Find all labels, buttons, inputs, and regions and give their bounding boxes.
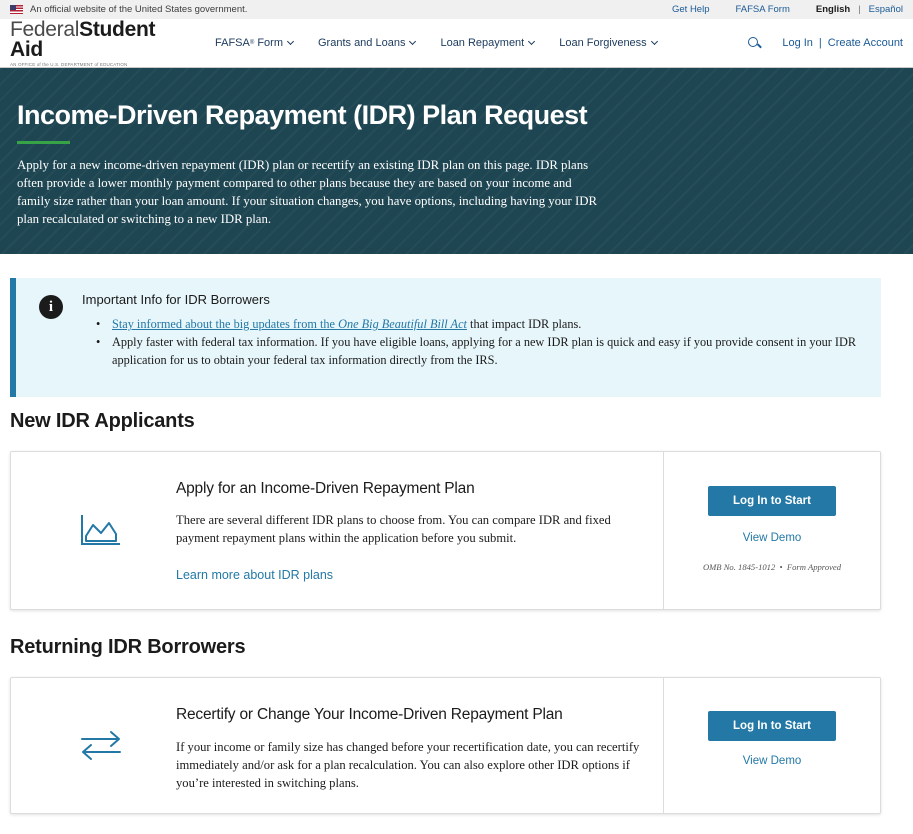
main-nav: FAFSA ® Form Grants and Loans Loan Repaym… (215, 37, 682, 49)
fafsa-form-link[interactable]: FAFSA Form (736, 4, 790, 15)
page-title: Income-Driven Repayment (IDR) Plan Reque… (17, 100, 588, 130)
obbba-link-text: Stay informed about the big updates from… (112, 317, 339, 331)
omb-number: OMB No. 1845-1012 • Form Approved (702, 562, 842, 572)
info-item-obbba: Stay informed about the big updates from… (82, 315, 881, 333)
hero-description: Apply for a new income-driven repayment … (17, 158, 597, 226)
language-separator: | (858, 4, 861, 15)
site-header: FederalStudent Aid AN OFFICE of the U.S.… (0, 19, 913, 68)
recertify-idr-card: Recertify or Change Your Income-Driven R… (10, 677, 881, 814)
hero-banner: Income-Driven Repayment (IDR) Plan Reque… (0, 68, 913, 254)
view-demo-link[interactable]: View Demo (743, 755, 802, 767)
apply-card-text: There are several different IDR plans to… (176, 513, 611, 545)
logo-subtitle: AN OFFICE of the U.S. DEPARTMENT of EDUC… (10, 61, 128, 67)
chevron-down-icon (528, 37, 536, 46)
gov-banner-text: An official website of the United States… (30, 4, 248, 15)
login-to-start-button[interactable]: Log In to Start (708, 711, 836, 741)
login-link[interactable]: Log In (782, 37, 813, 49)
header-account-links: Log In | Create Account (747, 36, 903, 51)
nav-loan-repayment[interactable]: Loan Repayment (440, 37, 536, 49)
nav-loan-forgiveness[interactable]: Loan Forgiveness (559, 37, 658, 49)
recertify-card-text: If your income or family size has change… (176, 740, 640, 790)
chevron-down-icon (286, 37, 295, 46)
nav-fafsa-label: FAFSA (215, 37, 250, 49)
card-icon-area (11, 678, 176, 813)
fsa-logo[interactable]: FederalStudent Aid AN OFFICE of the U.S.… (10, 19, 182, 67)
obbba-updates-link[interactable]: Stay informed about the big updates from… (112, 317, 467, 331)
card-actions: Log In to Start View Demo OMB No. 1845-1… (663, 452, 880, 609)
card-icon-area (11, 452, 176, 609)
nav-fafsa-suffix: Form (254, 37, 283, 49)
important-info-alert: i Important Info for IDR Borrowers Stay … (10, 278, 881, 397)
nav-grants-and-loans[interactable]: Grants and Loans (318, 37, 417, 49)
apply-idr-card: Apply for an Income-Driven Repayment Pla… (10, 451, 881, 610)
language-english[interactable]: English (816, 4, 850, 15)
chart-icon (81, 515, 120, 545)
login-to-start-button[interactable]: Log In to Start (708, 486, 836, 516)
us-flag-icon (10, 5, 23, 14)
nav-fafsa-form[interactable]: FAFSA ® Form (215, 37, 295, 49)
info-list: Stay informed about the big updates from… (82, 315, 881, 369)
chevron-down-icon (650, 37, 658, 46)
info-item-tax-info: Apply faster with federal tax informatio… (82, 333, 881, 369)
info-title: Important Info for IDR Borrowers (82, 292, 270, 307)
obbba-link-italic: One Big Beautiful Bill Act (338, 317, 467, 331)
card-actions: Log In to Start View Demo (663, 678, 880, 813)
language-espanol[interactable]: Español (869, 4, 903, 15)
view-demo-link[interactable]: View Demo (743, 532, 802, 544)
returning-borrowers-heading: Returning IDR Borrowers (10, 636, 246, 658)
new-applicants-heading: New IDR Applicants (10, 410, 195, 432)
header-separator: | (818, 37, 822, 49)
search-icon[interactable] (747, 36, 762, 51)
gov-banner: An official website of the United States… (0, 0, 913, 19)
card-body: Apply for an Income-Driven Repayment Pla… (176, 452, 663, 609)
create-account-link[interactable]: Create Account (828, 37, 903, 49)
obbba-item-rest: that impact IDR plans. (466, 317, 582, 331)
get-help-link[interactable]: Get Help (672, 4, 710, 15)
apply-card-title: Apply for an Income-Driven Repayment Pla… (176, 480, 475, 497)
title-accent-bar (17, 141, 70, 144)
utility-links: Get Help FAFSA Form English | Español (646, 4, 903, 15)
card-body: Recertify or Change Your Income-Driven R… (176, 678, 663, 813)
chevron-down-icon (409, 37, 417, 46)
nav-forgiveness-label: Loan Forgiveness (559, 37, 647, 49)
swap-arrows-icon (81, 731, 121, 760)
recertify-card-title: Recertify or Change Your Income-Driven R… (176, 706, 563, 723)
nav-grants-label: Grants and Loans (318, 37, 406, 49)
learn-more-idr-link[interactable]: Learn more about IDR plans (176, 568, 333, 582)
nav-repayment-label: Loan Repayment (440, 37, 525, 49)
info-icon: i (39, 295, 63, 319)
